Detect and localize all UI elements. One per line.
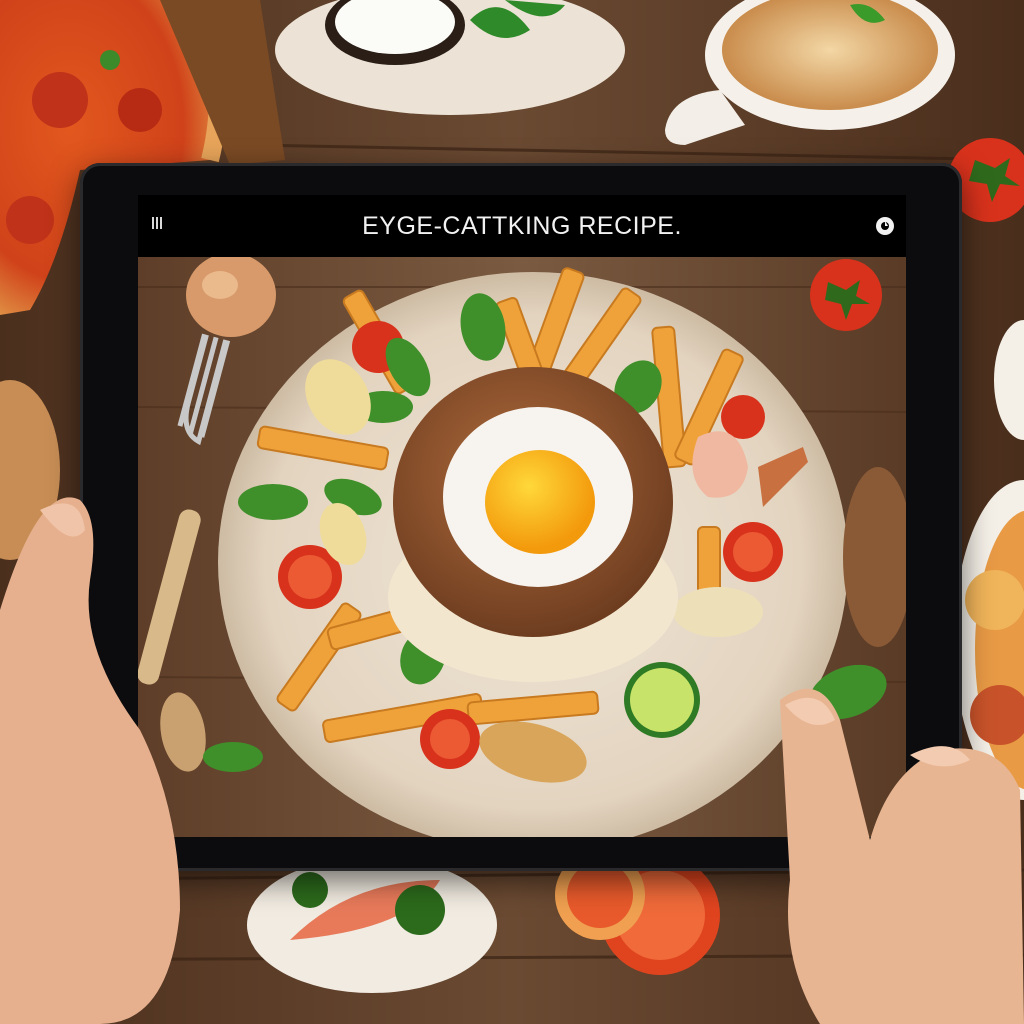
menu-icon[interactable] — [152, 217, 166, 231]
page-title: EYGE-CATTKING RECIPE. — [362, 211, 682, 240]
right-hand — [780, 688, 1024, 1024]
settings-icon[interactable] — [874, 215, 896, 237]
app-header: EYGE-CATTKING RECIPE. — [138, 195, 906, 257]
left-hand — [0, 497, 180, 1024]
